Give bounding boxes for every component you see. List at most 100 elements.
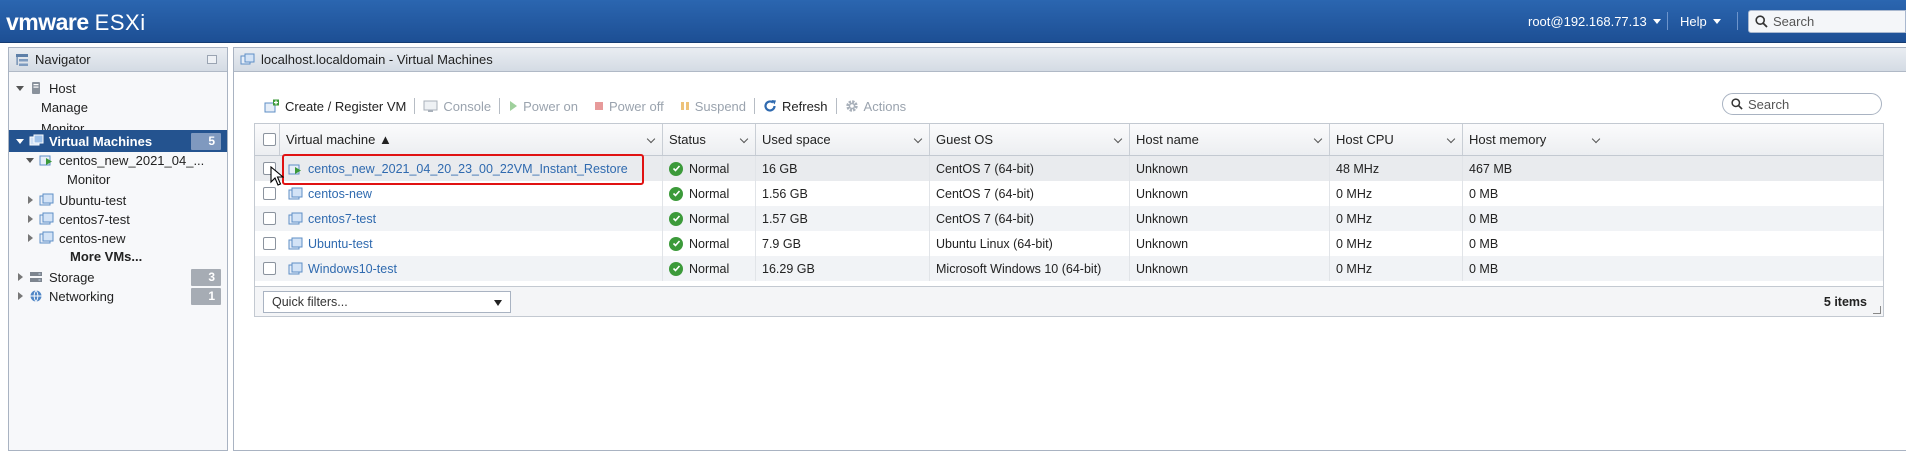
power-on-button[interactable]: Power on xyxy=(500,95,586,117)
chevron-down-icon[interactable] xyxy=(739,134,749,144)
actions-label: Actions xyxy=(863,98,907,114)
host-memory-cell: 0 MB xyxy=(1469,211,1499,226)
nav-item-networking[interactable]: Networking 1 xyxy=(9,285,227,307)
host-cpu-cell: 48 MHz xyxy=(1330,156,1463,181)
console-label: Console xyxy=(443,98,492,114)
power-off-button[interactable]: Power off xyxy=(586,95,672,117)
vmware-esxi-logo: vmware ESXi xyxy=(6,9,146,35)
nav-item-more-vms[interactable]: More VMs... xyxy=(9,245,227,267)
chevron-down-icon[interactable] xyxy=(646,134,656,144)
console-button[interactable]: Console xyxy=(415,95,499,117)
collapse-panel-icon[interactable] xyxy=(207,55,217,64)
resize-handle-icon[interactable] xyxy=(1873,306,1881,314)
vm-icon xyxy=(288,212,303,224)
row-checkbox[interactable] xyxy=(263,187,276,200)
vm-name-cell: centos7-test xyxy=(280,206,663,231)
status-text: Normal xyxy=(689,211,730,226)
vm-name-cell: centos_new_2021_04_20_23_00_22VM_Instant… xyxy=(280,156,663,181)
host-cpu-cell: 0 MHz xyxy=(1330,256,1463,281)
vm-search[interactable] xyxy=(1722,93,1882,115)
expand-toggle[interactable] xyxy=(25,234,35,242)
create-register-vm-button[interactable]: Create / Register VM xyxy=(256,95,414,117)
global-search-input[interactable] xyxy=(1773,14,1893,29)
expand-toggle[interactable] xyxy=(25,196,35,204)
help-menu[interactable]: Help xyxy=(1680,14,1721,29)
status-cell: Normal xyxy=(663,256,756,281)
vm-name-link[interactable]: Windows10-test xyxy=(308,262,397,276)
table-row[interactable]: centos-new Normal 1.56 GB CentOS 7 (64-b… xyxy=(255,181,1883,206)
navigator-title: Navigator xyxy=(35,52,91,67)
expand-toggle[interactable] xyxy=(15,273,25,281)
vm-name-link[interactable]: centos7-test xyxy=(308,212,376,226)
nav-item-manage[interactable]: Manage xyxy=(9,96,227,118)
power-on-label: Power on xyxy=(523,98,578,114)
nav-label: Host xyxy=(49,80,76,96)
column-header-virtual-machine[interactable]: Virtual machine ▲ xyxy=(280,124,663,155)
column-header-host-name[interactable]: Host name xyxy=(1130,124,1330,155)
column-header-status[interactable]: Status xyxy=(663,124,756,155)
table-row[interactable]: centos_new_2021_04_20_23_00_22VM_Instant… xyxy=(255,156,1883,181)
column-header-guest-os[interactable]: Guest OS xyxy=(930,124,1130,155)
count-badge: 5 xyxy=(191,133,221,150)
vm-name-link[interactable]: centos-new xyxy=(308,187,372,201)
select-all-checkbox[interactable] xyxy=(263,133,276,146)
chevron-down-icon[interactable] xyxy=(1446,134,1456,144)
column-header-used-space[interactable]: Used space xyxy=(756,124,930,155)
host-name-cell: Unknown xyxy=(1130,231,1330,256)
check-circle-icon xyxy=(669,236,683,251)
expand-toggle[interactable] xyxy=(15,138,25,144)
chevron-down-icon[interactable] xyxy=(913,134,923,144)
item-count: 5 items xyxy=(1823,295,1867,309)
expand-toggle[interactable] xyxy=(15,292,25,300)
table-row[interactable]: Ubuntu-test Normal 7.9 GB Ubuntu Linux (… xyxy=(255,231,1883,256)
used-space-cell: 7.9 GB xyxy=(756,231,930,256)
power-on-icon xyxy=(510,101,518,111)
row-checkbox[interactable] xyxy=(263,212,276,225)
quick-filters-label: Quick filters... xyxy=(272,295,348,309)
expand-toggle[interactable] xyxy=(15,85,25,91)
main-panel: localhost.localdomain - Virtual Machines… xyxy=(233,47,1906,451)
host-cpu-cell: 0 MHz xyxy=(1330,231,1463,256)
column-header-host-memory[interactable]: Host memory xyxy=(1463,124,1883,155)
actions-button[interactable]: Actions xyxy=(837,95,915,117)
row-checkbox[interactable] xyxy=(263,262,276,275)
vms-icon xyxy=(240,53,255,64)
power-off-icon xyxy=(595,102,603,110)
guest-os-cell: CentOS 7 (64-bit) xyxy=(930,206,1130,231)
column-header-host-cpu[interactable]: Host CPU xyxy=(1330,124,1463,155)
status-cell: Normal xyxy=(663,156,756,181)
suspend-icon xyxy=(680,102,689,110)
select-all-cell xyxy=(255,124,280,155)
vm-name-link[interactable]: Ubuntu-test xyxy=(308,237,373,251)
vm-icon xyxy=(39,212,54,225)
chevron-down-icon[interactable] xyxy=(1113,134,1123,144)
vm-toolbar: Create / Register VM Console Power on Po… xyxy=(256,95,914,117)
chevron-down-icon[interactable] xyxy=(1591,134,1601,144)
chevron-right-icon xyxy=(27,215,33,223)
expand-toggle[interactable] xyxy=(25,157,35,163)
chevron-right-icon xyxy=(27,196,33,204)
table-row[interactable]: centos7-test Normal 1.57 GB CentOS 7 (64… xyxy=(255,206,1883,231)
row-checkbox[interactable] xyxy=(263,237,276,250)
top-bar: vmware ESXi root@192.168.77.13 Help xyxy=(0,0,1906,43)
suspend-button[interactable]: Suspend xyxy=(672,95,754,117)
refresh-button[interactable]: Refresh xyxy=(755,95,836,117)
chevron-down-icon[interactable] xyxy=(1313,134,1323,144)
navigator-icon xyxy=(16,53,28,66)
chevron-down-icon xyxy=(26,157,34,163)
vm-icon xyxy=(288,237,303,249)
vm-icon xyxy=(39,231,54,244)
main-header: localhost.localdomain - Virtual Machines xyxy=(234,48,1906,72)
chevron-right-icon xyxy=(17,273,23,281)
storage-icon xyxy=(30,272,42,282)
vm-icon xyxy=(39,193,54,206)
vm-name-link[interactable]: centos_new_2021_04_20_23_00_22VM_Instant… xyxy=(308,162,628,176)
global-search[interactable] xyxy=(1748,10,1906,33)
nav-item-vm-monitor[interactable]: Monitor xyxy=(9,168,227,190)
quick-filters-select[interactable]: Quick filters... xyxy=(263,291,511,313)
table-row[interactable]: Windows10-test Normal 16.29 GB Microsoft… xyxy=(255,256,1883,281)
expand-toggle[interactable] xyxy=(25,215,35,223)
vm-search-input[interactable] xyxy=(1748,96,1873,112)
count-badge: 3 xyxy=(191,269,221,286)
user-menu[interactable]: root@192.168.77.13 xyxy=(1528,14,1661,29)
